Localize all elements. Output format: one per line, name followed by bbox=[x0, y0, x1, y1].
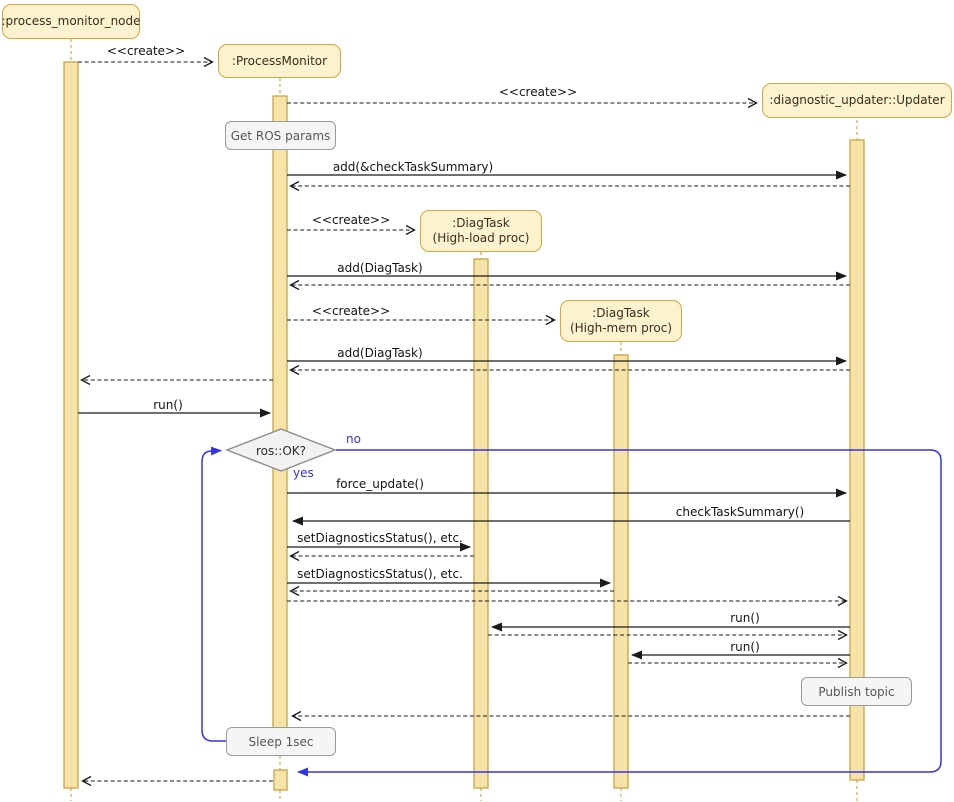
note-sleep-1sec: Sleep 1sec bbox=[226, 727, 336, 756]
activation-process-monitor-node bbox=[64, 62, 78, 788]
message-label-checktasksummary: checkTaskSummary() bbox=[676, 505, 804, 519]
note-label: Get ROS params bbox=[231, 129, 331, 143]
participant-sublabel: (High-mem proc) bbox=[570, 321, 672, 336]
activation-diagtask-load bbox=[474, 259, 488, 788]
branch-yes-label: yes bbox=[293, 466, 314, 480]
participant-label: :DiagTask bbox=[452, 216, 510, 231]
participant-diagnostic-updater: :diagnostic_updater::Updater bbox=[762, 83, 952, 118]
branch-no-label: no bbox=[346, 432, 361, 446]
lifeline-dashes bbox=[71, 39, 857, 801]
participant-sublabel: (High-load proc) bbox=[433, 231, 530, 246]
message-label-add-diagtask-2: add(DiagTask) bbox=[337, 346, 422, 360]
activation-diagtask-mem bbox=[614, 355, 628, 788]
participant-diagtask-high-mem: :DiagTask (High-mem proc) bbox=[560, 300, 682, 342]
message-label-run-main: run() bbox=[153, 398, 183, 412]
message-label-create-diagtask-load: <<create>> bbox=[312, 213, 390, 227]
message-label-add-diagtask-1: add(DiagTask) bbox=[337, 261, 422, 275]
note-get-ros-params: Get ROS params bbox=[225, 121, 336, 150]
activation-processmonitor bbox=[273, 96, 287, 741]
loop-back-path bbox=[202, 451, 226, 741]
note-label: Sleep 1sec bbox=[248, 735, 313, 749]
loop-paths bbox=[202, 450, 941, 772]
message-label-setdiagnosticsstatus-2: setDiagnosticsStatus(), etc. bbox=[297, 567, 463, 581]
participant-label: :ProcessMonitor bbox=[232, 54, 327, 69]
note-label: Publish topic bbox=[818, 685, 894, 699]
message-label-create-updater: <<create>> bbox=[499, 85, 577, 99]
participant-diagtask-high-load: :DiagTask (High-load proc) bbox=[420, 210, 542, 252]
participant-label: :process_monitor_node bbox=[1, 14, 140, 29]
message-label-create-processmonitor: <<create>> bbox=[107, 44, 185, 58]
decision-label: ros::OK? bbox=[256, 444, 306, 458]
activation-processmonitor-tail bbox=[274, 770, 287, 790]
message-label-setdiagnosticsstatus-1: setDiagnosticsStatus(), etc. bbox=[297, 531, 463, 545]
message-label-run-task2: run() bbox=[730, 640, 760, 654]
note-publish-topic: Publish topic bbox=[801, 677, 912, 706]
participant-process-monitor-node: :process_monitor_node bbox=[2, 4, 140, 39]
message-label-create-diagtask-mem: <<create>> bbox=[312, 304, 390, 318]
participant-label: :diagnostic_updater::Updater bbox=[769, 93, 944, 108]
participant-label: :DiagTask bbox=[592, 306, 650, 321]
message-label-force-update: force_update() bbox=[336, 477, 424, 491]
message-label-run-task1: run() bbox=[730, 611, 760, 625]
sequence-diagram: :process_monitor_node :ProcessMonitor :d… bbox=[0, 0, 954, 802]
participant-processmonitor: :ProcessMonitor bbox=[218, 44, 341, 78]
message-label-add-checktasksummary: add(&checkTaskSummary) bbox=[333, 160, 493, 174]
